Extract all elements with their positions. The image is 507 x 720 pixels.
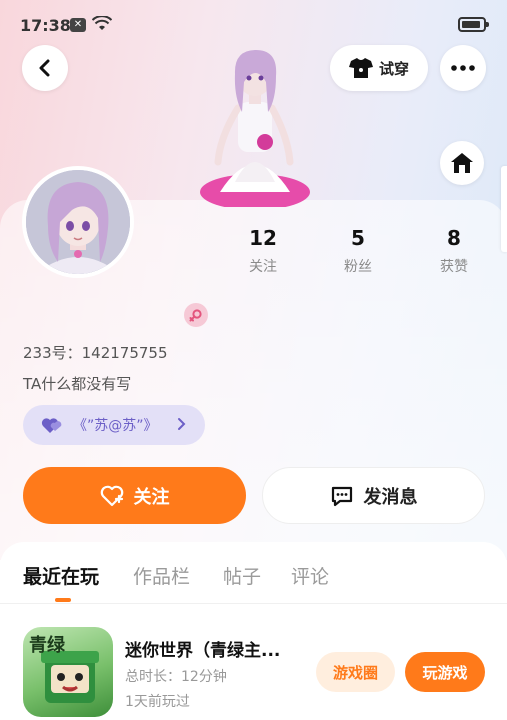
follow-button[interactable]: 关注 — [23, 467, 246, 524]
stat-value: 8 — [447, 226, 461, 250]
stat-label: 获赞 — [440, 259, 468, 275]
back-button[interactable] — [22, 45, 68, 91]
female-gender-icon — [184, 303, 208, 327]
try-on-label: 试穿 — [378, 59, 409, 78]
play-game-button[interactable]: 玩游戏 — [405, 652, 485, 692]
home-button[interactable] — [440, 141, 484, 185]
game-title: 迷你世界（青绿主... — [125, 641, 281, 661]
game-circle-label: 游戏圈 — [332, 663, 378, 682]
stat-label: 粉丝 — [344, 259, 372, 275]
try-on-button[interactable]: 试穿 — [330, 45, 428, 91]
message-label: 发消息 — [363, 486, 418, 508]
wifi-icon — [92, 16, 112, 30]
game-icon-text: 青绿 — [29, 635, 65, 656]
stat-following[interactable]: 12 关注 — [228, 226, 298, 276]
character-figure — [200, 50, 310, 207]
user-bio: TA什么都没有写 — [23, 375, 132, 393]
follow-label: 关注 — [133, 486, 170, 508]
game-last-played: 1天前玩过 — [125, 694, 190, 710]
group-label: 《”苏@苏”》 — [73, 418, 158, 434]
group-pill[interactable]: 《”苏@苏”》 — [23, 405, 205, 445]
user-avatar[interactable] — [22, 166, 134, 278]
message-button[interactable]: 发消息 — [262, 467, 485, 524]
avatar-image — [26, 170, 130, 274]
more-button[interactable] — [440, 45, 486, 91]
tab-comments[interactable]: 评论 — [291, 562, 329, 589]
home-icon — [451, 153, 473, 173]
content-card: 最近在玩 作品栏 帖子 评论 青绿 迷你世界（青绿主... 总时长：12分钟 1… — [0, 542, 507, 720]
double-heart-icon — [41, 418, 62, 433]
stat-fans[interactable]: 5 粉丝 — [323, 226, 393, 276]
game-list-item[interactable]: 青绿 迷你世界（青绿主... 总时长：12分钟 1天前玩过 游戏圈 玩游戏 — [0, 622, 507, 717]
back-chevron-icon — [39, 59, 50, 77]
chevron-right-icon — [178, 418, 186, 430]
stat-likes[interactable]: 8 获赞 — [419, 226, 489, 276]
profile-tabs: 最近在玩 作品栏 帖子 评论 — [0, 542, 507, 604]
tab-works[interactable]: 作品栏 — [133, 562, 190, 589]
chat-bubble-icon — [331, 486, 352, 506]
tshirt-icon — [348, 58, 373, 78]
user-id: 233号：142175755 — [23, 344, 168, 362]
game-circle-button[interactable]: 游戏圈 — [316, 652, 395, 692]
active-tab-indicator — [55, 598, 71, 602]
notification-icon: ✕ — [70, 18, 86, 32]
stat-value: 5 — [351, 226, 365, 250]
status-bar: 17:38 ✕ — [0, 0, 507, 48]
play-game-label: 玩游戏 — [422, 663, 468, 682]
tab-recently-played[interactable]: 最近在玩 — [23, 562, 99, 589]
stat-value: 12 — [249, 226, 277, 250]
stat-label: 关注 — [249, 259, 277, 275]
female-symbol-icon — [189, 309, 202, 322]
side-drawer-handle[interactable] — [501, 166, 507, 252]
more-dots-icon — [451, 65, 475, 71]
game-duration: 总时长：12分钟 — [125, 669, 227, 685]
tab-posts[interactable]: 帖子 — [223, 562, 261, 589]
heart-plus-icon — [100, 485, 123, 506]
game-icon: 青绿 — [23, 627, 113, 717]
status-time: 17:38 — [20, 16, 71, 35]
battery-icon — [458, 17, 489, 32]
